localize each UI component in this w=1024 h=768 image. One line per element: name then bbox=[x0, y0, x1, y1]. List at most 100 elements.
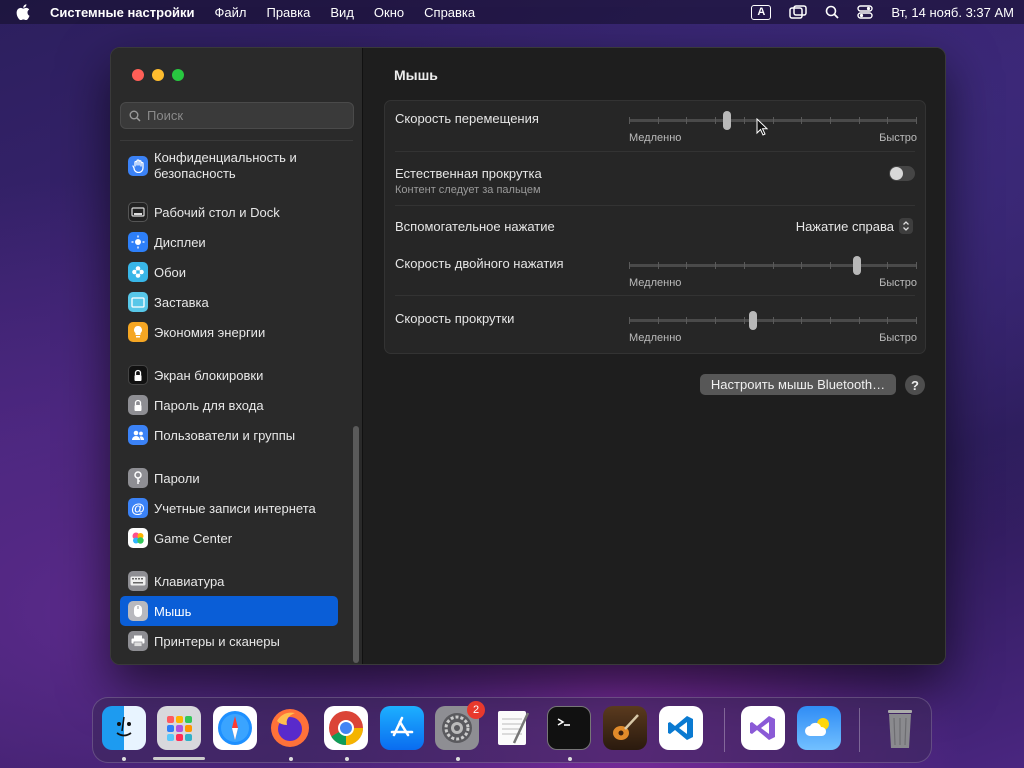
slider-max-label: Быстро bbox=[879, 332, 917, 344]
sidebar-item-users-groups[interactable]: Пользователи и группы bbox=[120, 420, 338, 450]
sidebar-item-label: Мышь bbox=[154, 603, 192, 619]
slider-thumb[interactable] bbox=[748, 311, 757, 330]
dock-app-firefox[interactable] bbox=[268, 706, 312, 750]
dock-app-chrome[interactable] bbox=[324, 706, 368, 750]
dock-app-textedit[interactable] bbox=[491, 706, 535, 750]
clock[interactable]: Вт, 14 нояб. 3:37 AM bbox=[891, 5, 1014, 20]
slider-tick bbox=[829, 317, 831, 324]
dock-app-terminal[interactable] bbox=[547, 706, 591, 750]
menu-file[interactable]: Файл bbox=[215, 5, 247, 20]
slider-tick bbox=[772, 117, 774, 124]
secondary-click-popup[interactable]: Нажатие справа bbox=[796, 218, 913, 234]
sidebar-item-displays[interactable]: Дисплеи bbox=[120, 227, 338, 257]
dock-app-launchpad[interactable] bbox=[157, 706, 201, 750]
slider-thumb[interactable] bbox=[852, 256, 861, 275]
apple-menu-icon[interactable] bbox=[16, 4, 30, 20]
sidebar-item-label: Заставка bbox=[154, 294, 209, 310]
dock-app-trash[interactable] bbox=[878, 706, 922, 750]
users-icon bbox=[128, 425, 148, 445]
finder-icon bbox=[116, 716, 132, 737]
bluetooth-mouse-setup-button[interactable]: Настроить мышь Bluetooth… bbox=[700, 374, 896, 395]
sidebar-item-login-password[interactable]: Пароль для входа bbox=[120, 390, 338, 420]
trash-icon bbox=[888, 710, 912, 748]
slider-tick bbox=[743, 262, 745, 269]
mouse-settings-panel: Скорость перемещения Медленно Быстро Ест… bbox=[384, 100, 926, 354]
mouse-icon bbox=[128, 601, 148, 621]
dock-app-safari[interactable] bbox=[213, 706, 257, 750]
sidebar-scrollbar[interactable] bbox=[353, 426, 359, 663]
dock-app-vscode[interactable] bbox=[659, 706, 703, 750]
sidebar-item-printers[interactable]: Принтеры и сканеры bbox=[120, 626, 338, 656]
help-button[interactable]: ? bbox=[905, 375, 925, 395]
natural-scrolling-description: Контент следует за пальцем bbox=[395, 184, 541, 196]
slider-tick bbox=[657, 317, 659, 324]
sidebar-item-internet-accounts[interactable]: @ Учетные записи интернета bbox=[120, 493, 338, 523]
slider-tick bbox=[858, 317, 860, 324]
sidebar-item-passwords[interactable]: Пароли bbox=[120, 463, 338, 493]
slider-tick bbox=[801, 117, 803, 124]
running-indicator bbox=[456, 757, 460, 761]
sidebar-item-privacy[interactable]: Конфиденциальность и безопасность bbox=[120, 148, 338, 184]
slider-tick bbox=[916, 117, 917, 124]
sidebar-item-mouse[interactable]: Мышь bbox=[120, 596, 338, 626]
dock-app-garageband[interactable] bbox=[603, 706, 647, 750]
menu-edit[interactable]: Правка bbox=[266, 5, 310, 20]
screensaver-icon bbox=[128, 292, 148, 312]
minimize-button[interactable] bbox=[152, 69, 164, 81]
sidebar-item-game-center[interactable]: Game Center bbox=[120, 523, 338, 553]
natural-scrolling-toggle[interactable] bbox=[889, 166, 915, 181]
slider-thumb[interactable] bbox=[722, 111, 731, 130]
close-button[interactable] bbox=[132, 69, 144, 81]
sun-icon bbox=[128, 232, 148, 252]
sidebar-item-desktop-dock[interactable]: Рабочий стол и Dock bbox=[120, 197, 338, 227]
visual-studio-icon bbox=[750, 716, 775, 740]
slider-tick bbox=[629, 117, 630, 124]
slider-tick bbox=[772, 317, 774, 324]
control-center-icon[interactable] bbox=[857, 5, 874, 19]
menu-help[interactable]: Справка bbox=[424, 5, 475, 20]
double-click-speed-slider[interactable]: Медленно Быстро bbox=[629, 246, 917, 289]
menu-window[interactable]: Окно bbox=[374, 5, 404, 20]
slider-max-label: Быстро bbox=[879, 132, 917, 144]
input-source-icon[interactable]: A bbox=[751, 4, 772, 20]
at-icon: @ bbox=[128, 498, 148, 518]
row-divider bbox=[395, 151, 915, 152]
dock-app-finder[interactable] bbox=[102, 706, 146, 750]
slider-tick bbox=[887, 317, 889, 324]
scroll-speed-slider[interactable]: Медленно Быстро bbox=[629, 301, 917, 344]
app-menu[interactable]: Системные настройки bbox=[50, 5, 195, 20]
sidebar-divider bbox=[120, 140, 353, 141]
sidebar-item-keyboard[interactable]: Клавиатура bbox=[120, 566, 338, 596]
slider-min-label: Медленно bbox=[629, 332, 682, 344]
screen-mirroring-icon[interactable] bbox=[789, 5, 808, 19]
sidebar-item-label: Рабочий стол и Dock bbox=[154, 204, 280, 220]
slider-min-label: Медленно bbox=[629, 132, 682, 144]
dock-app-visual-studio[interactable] bbox=[741, 706, 785, 750]
search-field[interactable] bbox=[120, 102, 354, 129]
slider-tick bbox=[686, 317, 688, 324]
spotlight-search-icon[interactable] bbox=[825, 5, 840, 19]
search-input[interactable] bbox=[147, 108, 337, 123]
dock-app-system-settings[interactable]: 2 bbox=[435, 701, 485, 750]
sidebar-item-energy-saver[interactable]: Экономия энергии bbox=[120, 317, 338, 347]
sidebar-item-lock-screen[interactable]: Экран блокировки bbox=[120, 360, 338, 390]
printer-icon bbox=[128, 631, 148, 651]
dock-app-app-store[interactable] bbox=[380, 706, 424, 750]
window-controls bbox=[132, 69, 184, 81]
up-down-chevron-icon bbox=[899, 218, 913, 234]
app-store-icon bbox=[390, 716, 414, 737]
dock-app-weather[interactable] bbox=[797, 706, 841, 750]
sidebar-item-label: Конфиденциальность и безопасность bbox=[154, 150, 297, 181]
page-title: Мышь bbox=[394, 67, 438, 83]
secondary-click-label: Вспомогательное нажатие bbox=[395, 219, 555, 234]
dock-divider bbox=[724, 708, 725, 752]
slider-tick bbox=[829, 117, 831, 124]
slider-tick bbox=[916, 262, 917, 269]
sidebar-item-wallpaper[interactable]: Обои bbox=[120, 257, 338, 287]
sidebar-item-label: Пароль для входа bbox=[154, 397, 264, 413]
zoom-button[interactable] bbox=[172, 69, 184, 81]
sidebar-item-screensaver[interactable]: Заставка bbox=[120, 287, 338, 317]
mouse-pointer-icon bbox=[756, 118, 768, 136]
tracking-speed-slider[interactable]: Медленно Быстро bbox=[629, 101, 917, 144]
menu-view[interactable]: Вид bbox=[330, 5, 354, 20]
